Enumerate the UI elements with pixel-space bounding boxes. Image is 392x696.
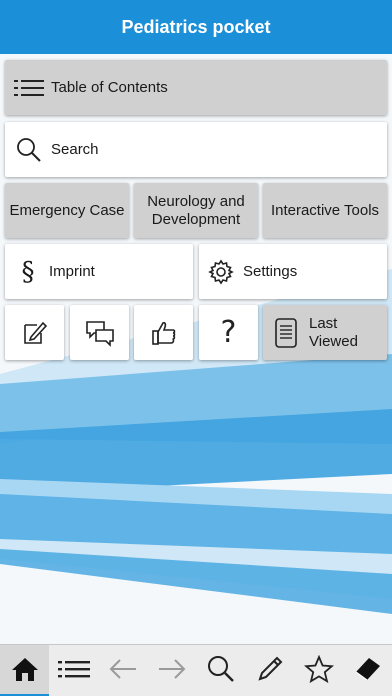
imprint-label: Imprint (49, 262, 95, 280)
emergency-case-button[interactable]: Emergency Case (5, 183, 129, 238)
neurology-label-line1: Neurology and (147, 192, 245, 210)
last-viewed-button[interactable]: Last Viewed (263, 305, 387, 360)
help-button[interactable]: ? (199, 305, 258, 360)
search-icon (15, 137, 43, 163)
settings-label: Settings (243, 262, 298, 280)
last-viewed-text: Last Viewed (309, 315, 358, 351)
edit-note-icon (21, 319, 49, 347)
search-icon (207, 655, 235, 688)
home-icon (11, 656, 39, 687)
main-content: Table of Contents Search Emergency Case … (0, 54, 392, 644)
chat-bubbles-icon (85, 319, 115, 347)
page-title: Pediatrics pocket (121, 16, 271, 37)
search-button[interactable]: Search (5, 122, 387, 177)
rate-button[interactable] (134, 305, 193, 360)
star-icon (303, 654, 334, 688)
table-of-contents-button[interactable]: Table of Contents (5, 60, 387, 115)
tab-forward[interactable] (147, 645, 196, 696)
tab-home[interactable] (0, 645, 49, 696)
tab-contents[interactable] (49, 645, 98, 696)
gear-icon (207, 259, 235, 285)
document-icon (275, 317, 297, 348)
arrow-left-icon (108, 658, 138, 685)
app-header: Pediatrics pocket (0, 0, 392, 54)
list-icon (57, 660, 90, 683)
tab-back[interactable] (98, 645, 147, 696)
emergency-case-label: Emergency Case (9, 201, 125, 219)
interactive-tools-label: Interactive Tools (270, 201, 380, 219)
settings-button[interactable]: Settings (199, 244, 387, 299)
tab-favorites[interactable] (294, 645, 343, 696)
neurology-development-button[interactable]: Neurology and Development (134, 183, 258, 238)
imprint-button[interactable]: § Imprint (5, 244, 193, 299)
neurology-label-line2: Development (151, 210, 241, 228)
bottom-tab-bar (0, 644, 392, 696)
last-viewed-label-line2: Viewed (309, 332, 358, 350)
pencil-icon (256, 655, 284, 688)
search-label: Search (51, 140, 99, 158)
feedback-button[interactable] (70, 305, 129, 360)
tab-highlighter[interactable] (343, 645, 392, 696)
last-viewed-label-line1: Last (309, 314, 338, 332)
question-icon: ? (220, 315, 237, 350)
interactive-tools-button[interactable]: Interactive Tools (263, 183, 387, 238)
arrow-right-icon (157, 658, 187, 685)
list-icon (13, 79, 45, 97)
table-of-contents-label: Table of Contents (51, 78, 168, 96)
notes-button[interactable] (5, 305, 64, 360)
tab-notes[interactable] (245, 645, 294, 696)
section-sign-icon: § (21, 256, 35, 287)
eraser-icon (353, 655, 383, 688)
tab-search[interactable] (196, 645, 245, 696)
thumbs-up-icon (150, 319, 178, 347)
